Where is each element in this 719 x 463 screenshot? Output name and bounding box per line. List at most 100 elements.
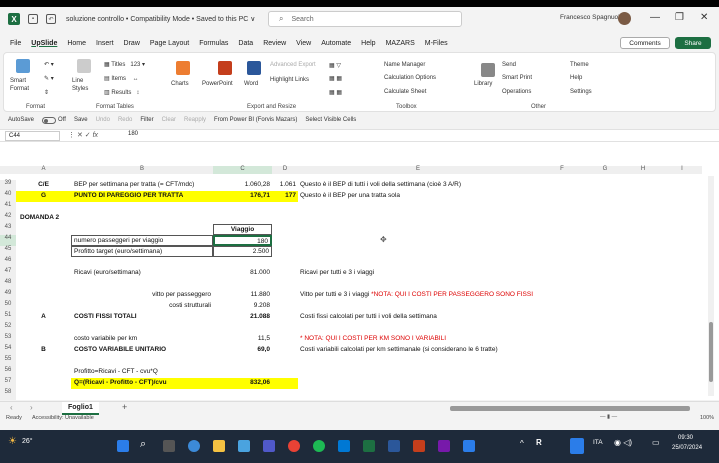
- table-icon[interactable]: ▦ ▦: [329, 89, 342, 96]
- cell-a54[interactable]: B: [16, 345, 71, 355]
- menu-mazars[interactable]: MAZARS: [386, 40, 415, 47]
- accessibility-status[interactable]: Accessibility: Unavailable: [32, 415, 94, 421]
- cell-b57[interactable]: Q=(Ricavi - Profitto - CFT)/cvu: [74, 378, 167, 388]
- undo-button[interactable]: Undo: [96, 117, 110, 123]
- from-powerbi-button[interactable]: From Power BI (Forvis Mazars): [214, 117, 297, 123]
- calc-sheet-button[interactable]: Calculate Sheet: [384, 89, 426, 95]
- select-all-corner[interactable]: [0, 166, 16, 174]
- row-header-51[interactable]: 51: [0, 312, 16, 323]
- row-header-53[interactable]: 53: [0, 334, 16, 345]
- name-box[interactable]: C44: [5, 131, 60, 141]
- cell-c50[interactable]: 9.208: [213, 301, 270, 311]
- row-header-42[interactable]: 42: [0, 213, 16, 224]
- cell-b51[interactable]: COSTI FISSI TOTALI: [74, 312, 137, 322]
- menu-review[interactable]: Review: [263, 40, 286, 47]
- menu-mfiles[interactable]: M-Files: [425, 40, 448, 47]
- operations-button[interactable]: Operations: [502, 89, 531, 95]
- cell-e54[interactable]: Costi variabili calcolati per km settima…: [300, 345, 498, 355]
- menu-draw[interactable]: Draw: [124, 40, 140, 47]
- formula-input[interactable]: 180: [128, 131, 138, 137]
- cell-c47[interactable]: 81.000: [213, 268, 270, 278]
- mail-icon[interactable]: [238, 440, 250, 452]
- row-header-47[interactable]: 47: [0, 268, 16, 279]
- arrow-icon[interactable]: ↶ ▾: [44, 61, 54, 68]
- sheet-grid[interactable]: A B C D E F G H I 39 40 41 42 43 44 45 4…: [0, 142, 719, 400]
- smart-print-button[interactable]: Smart Print: [502, 75, 532, 81]
- cell-b54[interactable]: COSTO VARIABILE UNITARIO: [74, 345, 166, 355]
- row-header-41[interactable]: 41: [0, 202, 16, 213]
- col-header-d[interactable]: D: [272, 166, 298, 174]
- name-manager-button[interactable]: Name Manager: [384, 62, 425, 68]
- minimize-button[interactable]: —: [650, 12, 660, 23]
- excel-taskbar-icon[interactable]: [363, 440, 375, 452]
- word-taskbar-icon[interactable]: [388, 440, 400, 452]
- cell-d39[interactable]: 1.061: [272, 180, 296, 190]
- start-icon[interactable]: [117, 440, 129, 452]
- cell-b50[interactable]: costi strutturali: [71, 301, 211, 311]
- file-explorer-icon[interactable]: [213, 440, 225, 452]
- cell-d40[interactable]: 177: [272, 191, 296, 201]
- chrome-icon[interactable]: [288, 440, 300, 452]
- charts-button[interactable]: Charts: [171, 81, 189, 87]
- cell-e49[interactable]: Vitto per tutti e 3 i viaggi *NOTA: QUI …: [300, 290, 533, 300]
- taskbar-search-icon[interactable]: ⌕: [140, 438, 146, 451]
- microphone-icon[interactable]: [570, 438, 584, 454]
- cell-b53[interactable]: costo variabile per km: [74, 334, 137, 344]
- search-input[interactable]: ⌕ Search: [268, 11, 462, 27]
- menu-formulas[interactable]: Formulas: [199, 40, 228, 47]
- cell-c39[interactable]: 1.060,28: [213, 180, 270, 190]
- row-header-40[interactable]: 40: [0, 191, 16, 202]
- row-header-55[interactable]: 55: [0, 356, 16, 367]
- vertical-scroll-thumb[interactable]: [709, 322, 713, 382]
- cell-c49[interactable]: 11.880: [213, 290, 270, 300]
- filter-icon[interactable]: ▦ ▽: [329, 62, 341, 69]
- menu-insert[interactable]: Insert: [96, 40, 114, 47]
- cell-e47[interactable]: Ricavi per tutti e 3 i viaggi: [300, 268, 374, 278]
- titles-button[interactable]: ▦ Titles 123 ▾: [104, 61, 145, 68]
- cell-a40[interactable]: G: [16, 191, 71, 201]
- wifi-icon[interactable]: ◉ ◁): [614, 438, 632, 447]
- horizontal-scroll-thumb[interactable]: [450, 406, 690, 411]
- cell-c43[interactable]: Viaggio: [213, 224, 272, 235]
- col-header-i[interactable]: I: [662, 166, 702, 174]
- cell-e53[interactable]: * NOTA: QUI I COSTI PER KM SONO I VARIAB…: [300, 334, 446, 344]
- reapply-button[interactable]: Reapply: [184, 117, 206, 123]
- paint-icon[interactable]: ✎ ▾: [44, 75, 54, 82]
- teams-icon[interactable]: [263, 440, 275, 452]
- tray-chevron-icon[interactable]: ^: [520, 439, 524, 448]
- cell-b44[interactable]: numero passeggeri per viaggio: [71, 235, 213, 246]
- user-name[interactable]: Francesco Spagnuolo: [560, 14, 623, 21]
- undo-icon[interactable]: ↶: [46, 14, 56, 24]
- avatar[interactable]: [618, 12, 631, 25]
- close-button[interactable]: ✕: [700, 12, 708, 23]
- filter-button[interactable]: Filter: [140, 117, 153, 123]
- cell-a39[interactable]: C/E: [16, 180, 71, 190]
- row-header-50[interactable]: 50: [0, 301, 16, 312]
- battery-icon[interactable]: ▭: [652, 438, 660, 447]
- row-header-44[interactable]: 44: [0, 235, 16, 246]
- zoom-slider[interactable]: — ▮ —: [600, 414, 617, 420]
- menu-page-layout[interactable]: Page Layout: [150, 40, 189, 47]
- menu-help[interactable]: Help: [361, 40, 375, 47]
- cell-e40[interactable]: Questo è il BEP per una tratta sola: [300, 191, 400, 201]
- share-button[interactable]: Share: [675, 37, 711, 49]
- document-title[interactable]: soluzione controllo • Compatibility Mode…: [66, 15, 255, 23]
- cell-c53[interactable]: 11,5: [213, 334, 270, 344]
- menu-home[interactable]: Home: [67, 40, 86, 47]
- row-header-56[interactable]: 56: [0, 367, 16, 378]
- word-button[interactable]: Word: [244, 81, 258, 87]
- store-icon[interactable]: [463, 440, 475, 452]
- row-header-57[interactable]: 57: [0, 378, 16, 389]
- menu-file[interactable]: File: [10, 40, 21, 47]
- save-button[interactable]: Save: [74, 117, 88, 123]
- col-header-g[interactable]: G: [586, 166, 624, 174]
- row-header-48[interactable]: 48: [0, 279, 16, 290]
- highlight-links-button[interactable]: Highlight Links: [270, 77, 309, 83]
- cell-b47[interactable]: Ricavi (euro/settimana): [74, 268, 141, 278]
- menu-upslide[interactable]: UpSlide: [31, 40, 57, 47]
- outlook-icon[interactable]: [338, 440, 350, 452]
- row-header-43[interactable]: 43: [0, 224, 16, 235]
- prev-sheet-icon[interactable]: ‹: [10, 403, 13, 412]
- cell-e39[interactable]: Questo è il BEP di tutti i voli della se…: [300, 180, 461, 190]
- theme-button[interactable]: Theme: [570, 62, 589, 68]
